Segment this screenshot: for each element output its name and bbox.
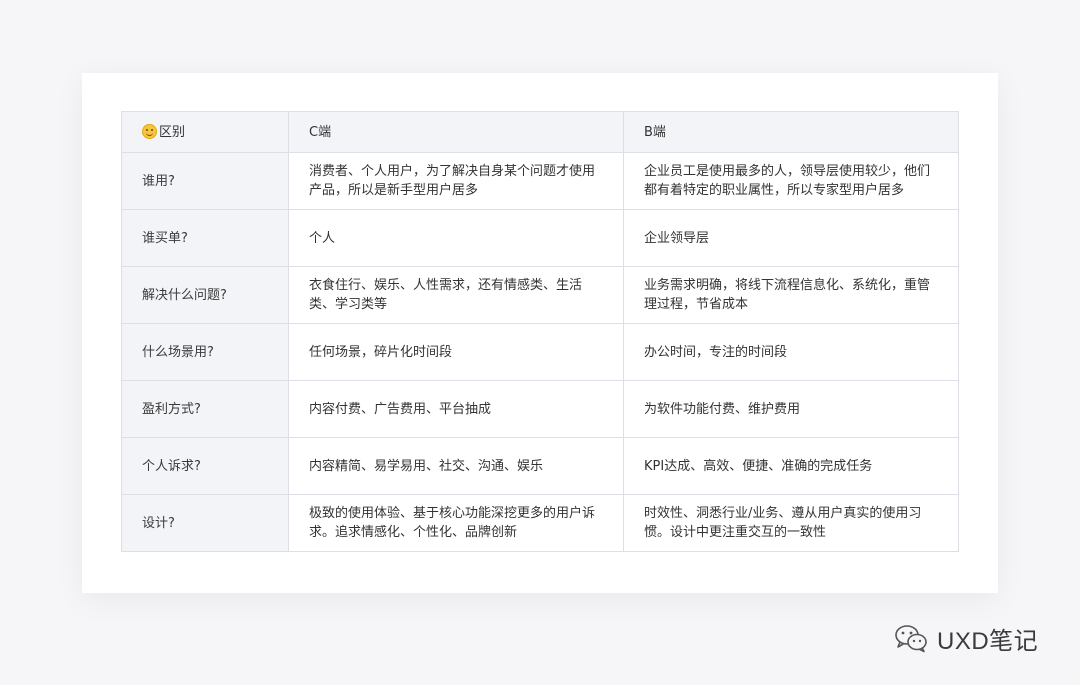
row-label: 盈利方式? <box>121 380 289 438</box>
header-cell-difference: 区别 <box>121 111 289 153</box>
b-end-cell: 为软件功能付费、维护费用 <box>623 380 959 438</box>
table-row: 解决什么问题? 衣食住行、娱乐、人性需求，还有情感类、生活类、学习类等 业务需求… <box>121 266 959 324</box>
watermark-text: UXD笔记 <box>937 627 1039 655</box>
c-end-cell: 极致的使用体验、基于核心功能深挖更多的用户诉求。追求情感化、个性化、品牌创新 <box>288 494 624 552</box>
c-end-cell: 衣食住行、娱乐、人性需求，还有情感类、生活类、学习类等 <box>288 266 624 324</box>
table-row: 谁买单? 个人 企业领导层 <box>121 209 959 267</box>
row-label: 什么场景用? <box>121 323 289 381</box>
row-label: 谁买单? <box>121 209 289 267</box>
watermark: UXD笔记 <box>893 622 1039 655</box>
c-end-cell: 任何场景，碎片化时间段 <box>288 323 624 381</box>
b-end-cell: 业务需求明确，将线下流程信息化、系统化，重管理过程，节省成本 <box>623 266 959 324</box>
wechat-icon <box>895 625 927 653</box>
b-end-cell: 企业领导层 <box>623 209 959 267</box>
table-row: 设计? 极致的使用体验、基于核心功能深挖更多的用户诉求。追求情感化、个性化、品牌… <box>121 494 959 552</box>
b-end-cell: 办公时间，专注的时间段 <box>623 323 959 381</box>
c-end-cell: 内容付费、广告费用、平台抽成 <box>288 380 624 438</box>
table-row: 什么场景用? 任何场景，碎片化时间段 办公时间，专注的时间段 <box>121 323 959 381</box>
header-label: 区别 <box>159 124 186 140</box>
row-label: 谁用? <box>121 152 289 210</box>
table-row: 谁用? 消费者、个人用户，为了解决自身某个问题才使用产品，所以是新手型用户居多 … <box>121 152 959 210</box>
table-row: 盈利方式? 内容付费、广告费用、平台抽成 为软件功能付费、维护费用 <box>121 380 959 438</box>
row-label: 解决什么问题? <box>121 266 289 324</box>
header-cell-b-end: B端 <box>623 111 959 153</box>
table-header-row: 区别 C端 B端 <box>121 111 959 153</box>
b-end-cell: 时效性、洞悉行业/业务、遵从用户真实的使用习惯。设计中更注重交互的一致性 <box>623 494 959 552</box>
c-end-cell: 内容精简、易学易用、社交、沟通、娱乐 <box>288 437 624 495</box>
c-end-cell: 消费者、个人用户，为了解决自身某个问题才使用产品，所以是新手型用户居多 <box>288 152 624 210</box>
table-row: 个人诉求? 内容精简、易学易用、社交、沟通、娱乐 KPI达成、高效、便捷、准确的… <box>121 437 959 495</box>
row-label: 个人诉求? <box>121 437 289 495</box>
b-end-cell: 企业员工是使用最多的人，领导层使用较少，他们都有着特定的职业属性，所以专家型用户… <box>623 152 959 210</box>
row-label: 设计? <box>121 494 289 552</box>
smile-emoji-icon <box>142 123 157 139</box>
b-end-cell: KPI达成、高效、便捷、准确的完成任务 <box>623 437 959 495</box>
comparison-table: 区别 C端 B端 谁用? 消费者、个人用户，为了解决自身某个问题才使用产品，所以… <box>121 111 959 552</box>
c-end-cell: 个人 <box>288 209 624 267</box>
content-card: 区别 C端 B端 谁用? 消费者、个人用户，为了解决自身某个问题才使用产品，所以… <box>82 73 998 593</box>
header-cell-c-end: C端 <box>288 111 624 153</box>
